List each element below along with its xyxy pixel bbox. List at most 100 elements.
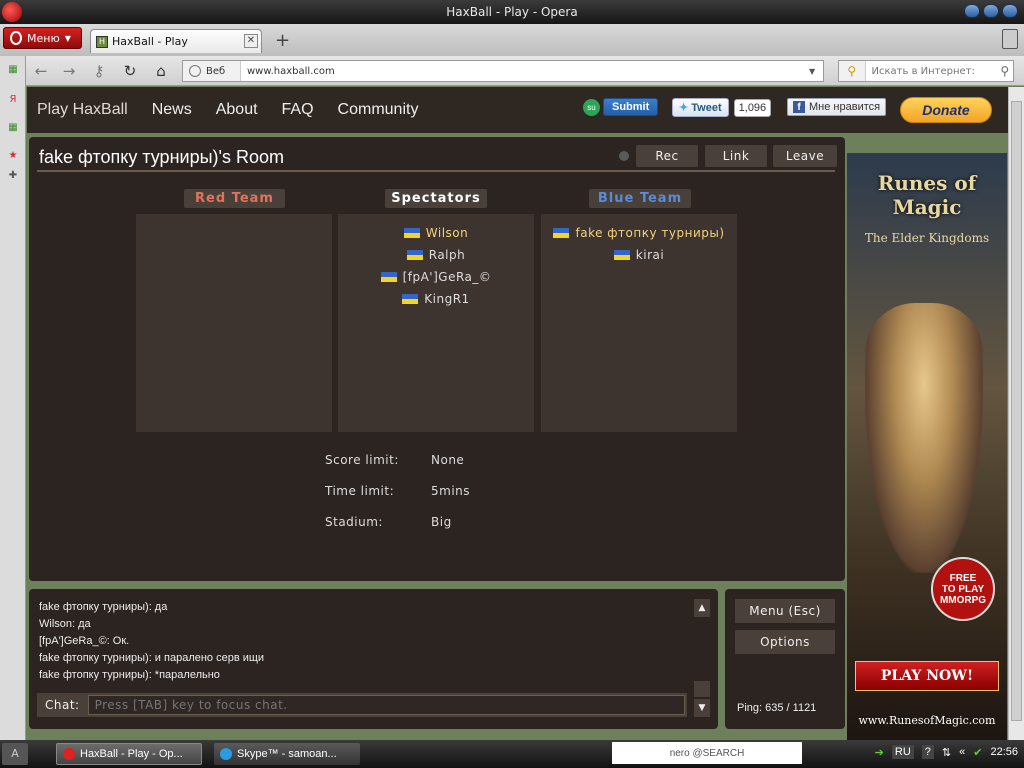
- nav-play-haxball[interactable]: Play HaxBall: [37, 101, 128, 119]
- title-divider: [37, 170, 835, 172]
- url-text[interactable]: www.haxball.com: [241, 66, 809, 77]
- chat-message: fake фтопку турниры): *паралельно: [39, 669, 220, 681]
- leave-button[interactable]: Leave: [773, 145, 837, 167]
- twitter-bird-icon: ✦: [679, 102, 689, 114]
- opera-icon: [63, 748, 75, 760]
- forward-icon[interactable]: →: [60, 62, 78, 80]
- address-prefix: Веб: [183, 61, 241, 81]
- player-name: kirai: [635, 248, 665, 262]
- chat-label: Chat:: [45, 698, 80, 712]
- stadium-value: Big: [431, 515, 452, 529]
- menu-esc-button[interactable]: Menu (Esc): [735, 599, 835, 623]
- network-icon[interactable]: ⇅: [942, 746, 951, 759]
- stadium-label: Stadium:: [325, 515, 383, 529]
- reload-icon[interactable]: ↻: [121, 62, 139, 80]
- panel-icon[interactable]: ▦: [5, 120, 21, 136]
- opera-menu-button[interactable]: Меню ▼: [3, 27, 82, 49]
- chat-scroll-up-icon[interactable]: ▲: [694, 599, 710, 617]
- tab-bar: Меню ▼ H HaxBall - Play ✕ +: [0, 24, 1024, 56]
- player-row[interactable]: fake фтопку турниры): [541, 222, 737, 244]
- ad-banner[interactable]: Runes of Magic The Elder Kingdoms FREE T…: [847, 153, 1007, 740]
- chat-scrollbar-thumb[interactable]: [694, 681, 710, 697]
- player-row[interactable]: Ralph: [338, 244, 534, 266]
- badge-line: TO PLAY: [941, 583, 985, 595]
- nav-community[interactable]: Community: [338, 101, 419, 119]
- time-limit-row[interactable]: Time limit: 5mins: [325, 484, 470, 515]
- nero-search-toolbar[interactable]: nero @SEARCH: [612, 742, 802, 764]
- navigation-bar: ← → ⚷ ↻ ⌂ Веб www.haxball.com ▼ ⚲ ⚲: [0, 56, 1024, 86]
- player-name: KingR1: [424, 292, 470, 306]
- address-prefix-label: Веб: [206, 65, 226, 77]
- yandex-icon[interactable]: Я: [5, 92, 21, 108]
- language-indicator[interactable]: RU: [891, 745, 914, 759]
- nav-about[interactable]: About: [216, 101, 258, 119]
- red-team-header[interactable]: Red Team: [184, 189, 285, 208]
- search-engine-icon[interactable]: ⚲: [839, 61, 866, 81]
- close-window-button[interactable]: [1002, 4, 1018, 18]
- nav-news[interactable]: News: [152, 101, 192, 119]
- player-name: fake фтопку турниры): [575, 226, 725, 240]
- tab-haxball[interactable]: H HaxBall - Play ✕: [90, 29, 262, 53]
- add-panel-icon[interactable]: ✚: [5, 168, 21, 184]
- blue-team-list[interactable]: fake фтопку турниры) kirai: [541, 214, 737, 432]
- stumble-submit-button[interactable]: Submit: [603, 98, 659, 116]
- page-scrollbar[interactable]: [1008, 87, 1024, 740]
- tray-app-icon[interactable]: ✔: [973, 746, 982, 759]
- ukraine-flag-icon: [613, 250, 630, 260]
- new-tab-button[interactable]: +: [275, 30, 290, 51]
- side-panel: ▦ Я ▦ ★ ✚: [0, 56, 26, 740]
- taskbar-item-skype[interactable]: Skype™ - samoan...: [214, 743, 360, 765]
- search-input[interactable]: [865, 65, 997, 77]
- key-icon[interactable]: ⚷: [90, 62, 108, 80]
- chat-scroll-down-icon[interactable]: ▼: [694, 699, 710, 717]
- taskbar-item-opera[interactable]: HaxBall - Play - Op...: [56, 743, 202, 765]
- help-icon[interactable]: ?: [921, 745, 934, 759]
- back-icon[interactable]: ←: [32, 62, 50, 80]
- maximize-button[interactable]: [983, 4, 999, 18]
- show-hidden-icons[interactable]: «: [959, 746, 965, 758]
- start-button[interactable]: A: [2, 743, 28, 765]
- opera-logo-icon[interactable]: [2, 2, 22, 22]
- red-team-list[interactable]: [136, 214, 332, 432]
- ad-subtitle: The Elder Kingdoms: [864, 231, 990, 245]
- player-row[interactable]: KingR1: [338, 288, 534, 310]
- window-titlebar: HaxBall - Play - Opera: [0, 0, 1024, 24]
- speed-dial-icon[interactable]: ▦: [5, 62, 21, 78]
- search-icon[interactable]: ⚲: [997, 64, 1013, 78]
- minimize-button[interactable]: [964, 4, 980, 18]
- bookmarks-icon[interactable]: ★: [5, 148, 21, 164]
- score-limit-row[interactable]: Score limit: None: [325, 453, 470, 484]
- spectators-header[interactable]: Spectators: [385, 189, 487, 208]
- address-bar[interactable]: Веб www.haxball.com ▼: [182, 60, 824, 82]
- facebook-like-button[interactable]: f Мне нравится: [787, 98, 887, 116]
- chat-input[interactable]: [87, 695, 685, 715]
- ad-title: Runes of Magic: [877, 171, 977, 219]
- address-dropdown-icon[interactable]: ▼: [809, 67, 823, 76]
- menu-label: Меню: [27, 31, 60, 45]
- trash-icon[interactable]: [1002, 29, 1018, 49]
- stadium-row[interactable]: Stadium: Big: [325, 515, 470, 546]
- page-scrollbar-thumb[interactable]: [1011, 101, 1022, 721]
- chevron-down-icon: ▼: [64, 33, 71, 43]
- ad-character-image: [865, 303, 983, 573]
- blue-team-header[interactable]: Blue Team: [589, 189, 691, 208]
- nav-faq[interactable]: FAQ: [282, 101, 314, 119]
- link-button[interactable]: Link: [705, 145, 767, 167]
- donate-button[interactable]: Donate: [900, 97, 992, 123]
- arrow-icon[interactable]: ➔: [875, 746, 884, 759]
- opera-o-icon: [10, 31, 22, 45]
- tweet-button[interactable]: ✦ Tweet: [672, 98, 729, 117]
- os-taskbar: A HaxBall - Play - Op... Skype™ - samoan…: [0, 740, 1024, 768]
- chat-panel: fake фтопку турниры): да Wilson: да [fpA…: [29, 589, 718, 729]
- home-icon[interactable]: ⌂: [152, 62, 170, 80]
- tab-close-icon[interactable]: ✕: [244, 34, 258, 48]
- player-row[interactable]: [fpA']GeRa_©: [338, 266, 534, 288]
- options-button[interactable]: Options: [735, 630, 835, 654]
- spectators-list[interactable]: Wilson Ralph [fpA']GeRa_© KingR1: [338, 214, 534, 432]
- globe-icon: [189, 65, 201, 77]
- player-row[interactable]: Wilson: [338, 222, 534, 244]
- chat-input-bar: Chat:: [37, 693, 687, 717]
- rec-button[interactable]: Rec: [636, 145, 698, 167]
- player-row[interactable]: kirai: [541, 244, 737, 266]
- ad-play-now-button[interactable]: PLAY NOW!: [855, 661, 999, 691]
